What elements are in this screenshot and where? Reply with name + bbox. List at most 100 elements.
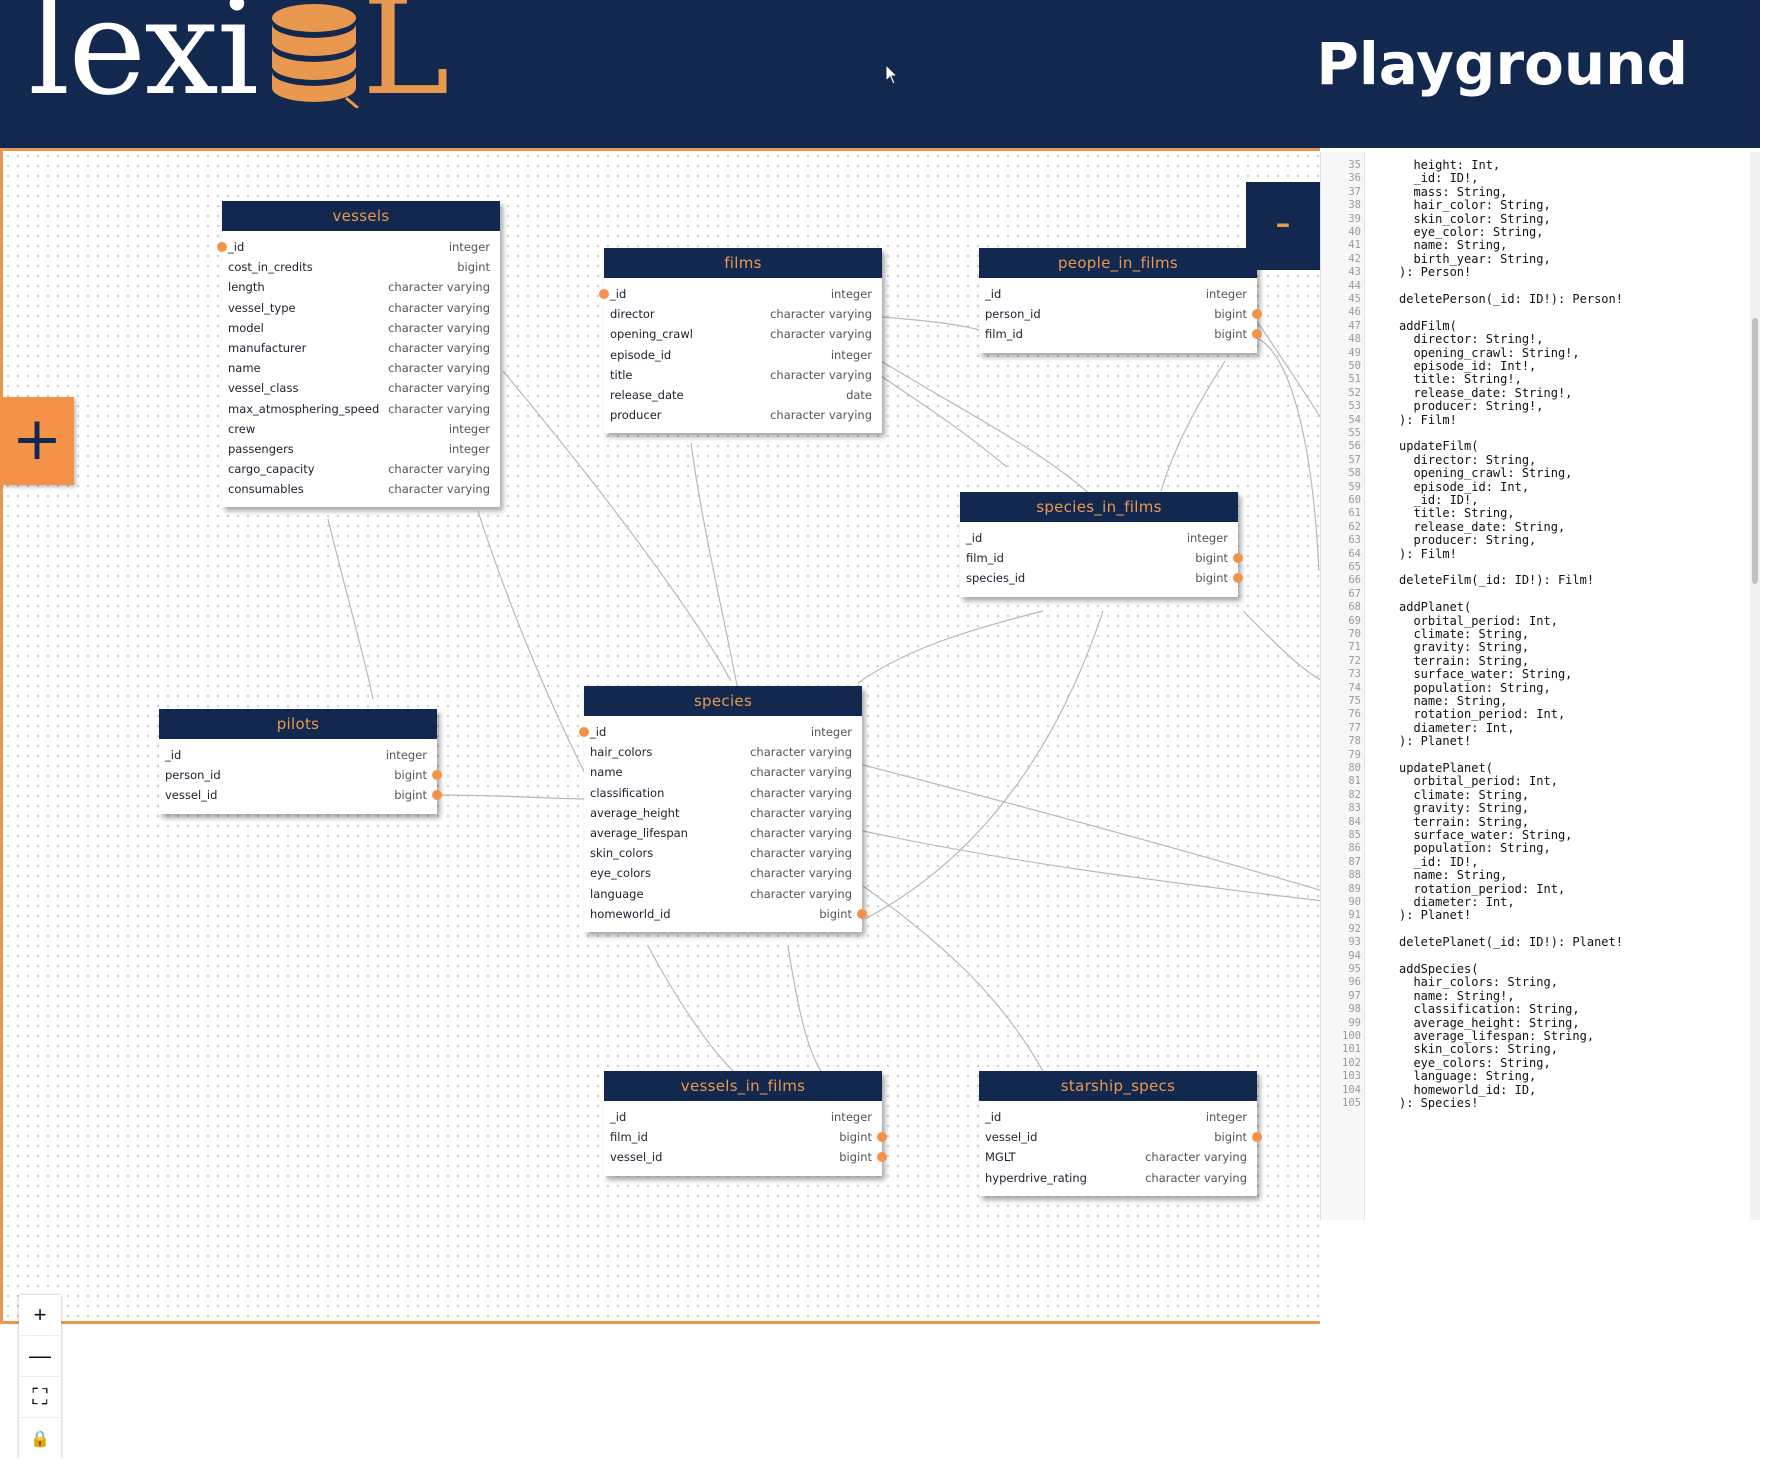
- table-row[interactable]: producer character varying: [604, 405, 882, 425]
- table-columns: _id integer person_id bigint vessel_id bigint: [159, 739, 442, 814]
- zoom-in-button[interactable]: +: [19, 1295, 61, 1336]
- table-row[interactable]: title character varying: [604, 365, 882, 385]
- table-row[interactable]: release_date date: [604, 385, 882, 405]
- table-row[interactable]: consumables character varying: [222, 479, 500, 499]
- column-name: skin_colors: [590, 846, 654, 861]
- table-row[interactable]: passengers integer: [222, 439, 500, 459]
- connection-handle[interactable]: [217, 242, 227, 252]
- table-columns: _id integer film_id bigint species_id bigint: [960, 522, 1243, 597]
- table-row[interactable]: hyperdrive_rating character varying: [979, 1168, 1257, 1188]
- table-films[interactable]: films _id integer director character varyin…: [599, 248, 882, 434]
- table-row[interactable]: max_atmosphering_speed character varying: [222, 399, 500, 419]
- edge: [437, 794, 594, 800]
- column-name: hair_colors: [590, 745, 653, 760]
- table-row[interactable]: film_id bigint: [979, 324, 1262, 344]
- column-name: person_id: [165, 768, 221, 783]
- table-title: vessels: [222, 201, 500, 231]
- editor-scrollbar[interactable]: [1750, 152, 1760, 1220]
- table-row[interactable]: name character varying: [584, 762, 862, 782]
- table-species-in-films[interactable]: species_in_films _id integer film_id bigint…: [960, 492, 1243, 597]
- collapse-panel-button[interactable]: -: [1246, 182, 1320, 270]
- table-title: films: [604, 248, 882, 278]
- column-type: character varying: [388, 340, 490, 355]
- table-columns: _id integer vessel_id bigint MGLT character v…: [979, 1101, 1262, 1196]
- line-number-gutter: 35 36 37 38 39 40 41 42 43 44 45 46 47 48 49 50 51 52 53 54…: [1321, 152, 1365, 1220]
- table-row[interactable]: film_id bigint: [604, 1127, 887, 1147]
- connection-handle[interactable]: [599, 289, 609, 299]
- table-row[interactable]: classification character varying: [584, 783, 862, 803]
- connection-handle[interactable]: [857, 908, 867, 919]
- table-row[interactable]: MGLT character varying: [979, 1147, 1257, 1167]
- table-species[interactable]: species _id integer hair_colors character v…: [579, 686, 867, 932]
- column-type: character varying: [750, 765, 852, 780]
- table-row[interactable]: episode_id integer: [604, 345, 882, 365]
- table-people-in-films[interactable]: people_in_films _id integer person_id bigin…: [979, 248, 1262, 353]
- table-row[interactable]: _id integer: [217, 237, 500, 257]
- table-row[interactable]: name character varying: [222, 358, 500, 378]
- column-type: character varying: [750, 745, 852, 760]
- table-pilots[interactable]: pilots _id integer person_id bigint vessel_i…: [159, 709, 442, 814]
- editor-scrollbar-thumb[interactable]: [1752, 318, 1758, 584]
- column-name: _id: [966, 531, 983, 545]
- connection-handle[interactable]: [579, 727, 589, 737]
- table-row[interactable]: vessel_id bigint: [159, 785, 442, 805]
- column-type: character varying: [770, 307, 872, 322]
- table-vessels[interactable]: vessels _id integer cost_in_credits bigint l…: [217, 201, 500, 508]
- table-row[interactable]: species_id bigint: [960, 568, 1243, 588]
- table-row[interactable]: _id integer: [960, 528, 1238, 548]
- table-row[interactable]: person_id bigint: [159, 765, 442, 785]
- table-vessels-in-films[interactable]: vessels_in_films _id integer film_id bigint…: [604, 1071, 887, 1176]
- table-row[interactable]: average_height character varying: [584, 803, 862, 823]
- column-name: average_lifespan: [590, 825, 688, 840]
- table-row[interactable]: cost_in_credits bigint: [222, 257, 500, 277]
- lock-button[interactable]: 🔒: [19, 1418, 61, 1459]
- column-type: character varying: [770, 367, 872, 382]
- table-row[interactable]: _id integer: [159, 745, 437, 765]
- code-editor[interactable]: 35 36 37 38 39 40 41 42 43 44 45 46 47 48 49 50 51 52 53 54…: [1320, 152, 1748, 1220]
- table-row[interactable]: average_lifespan character varying: [584, 823, 862, 843]
- table-row[interactable]: length character varying: [222, 277, 500, 297]
- table-row[interactable]: model character varying: [222, 318, 500, 338]
- edge: [864, 610, 1104, 920]
- code-line: ): Planet!: [1399, 908, 1472, 923]
- table-row[interactable]: vessel_type character varying: [222, 298, 500, 318]
- column-name: average_height: [590, 805, 680, 820]
- edge: [880, 360, 1094, 498]
- column-type: character varying: [388, 361, 490, 376]
- table-row[interactable]: language character varying: [584, 884, 862, 904]
- table-row[interactable]: cargo_capacity character varying: [222, 459, 500, 479]
- table-row[interactable]: _id integer: [579, 722, 862, 742]
- table-row[interactable]: _id integer: [979, 284, 1257, 304]
- column-name: film_id: [966, 551, 1004, 566]
- table-row[interactable]: homeworld_id bigint: [584, 904, 867, 924]
- table-row[interactable]: opening_crawl character varying: [604, 324, 882, 344]
- fit-view-button[interactable]: ⛶: [19, 1377, 61, 1418]
- table-row[interactable]: person_id bigint: [979, 304, 1262, 324]
- column-name: _id: [610, 1110, 627, 1124]
- table-row[interactable]: vessel_id bigint: [604, 1147, 887, 1167]
- table-row[interactable]: film_id bigint: [960, 548, 1243, 568]
- table-row[interactable]: crew integer: [222, 419, 500, 439]
- table-row[interactable]: eye_colors character varying: [584, 863, 862, 883]
- table-row[interactable]: _id integer: [979, 1107, 1257, 1127]
- table-row[interactable]: manufacturer character varying: [222, 338, 500, 358]
- column-type: integer: [1186, 531, 1228, 545]
- column-name: manufacturer: [228, 340, 307, 355]
- column-type: integer: [810, 725, 852, 739]
- table-row[interactable]: skin_colors character varying: [584, 843, 862, 863]
- zoom-out-button[interactable]: —: [19, 1336, 61, 1377]
- table-starship-specs[interactable]: starship_specs _id integer vessel_id bigint…: [979, 1071, 1262, 1196]
- table-row[interactable]: director character varying: [604, 304, 882, 324]
- app-header: lexi L Playground: [0, 0, 1760, 148]
- table-row[interactable]: _id integer: [604, 1107, 882, 1127]
- schema-canvas[interactable]: vessels _id integer cost_in_credits bigint l…: [0, 148, 1323, 1459]
- column-name: vessel_id: [165, 788, 218, 803]
- table-row[interactable]: vessel_id bigint: [979, 1127, 1262, 1147]
- table-row[interactable]: vessel_class character varying: [222, 378, 500, 398]
- add-table-button[interactable]: +: [0, 397, 74, 485]
- table-row[interactable]: _id integer: [599, 284, 882, 304]
- column-type: character varying: [750, 825, 852, 840]
- column-name: _id: [985, 1110, 1002, 1124]
- edge: [327, 518, 374, 700]
- table-row[interactable]: hair_colors character varying: [584, 742, 862, 762]
